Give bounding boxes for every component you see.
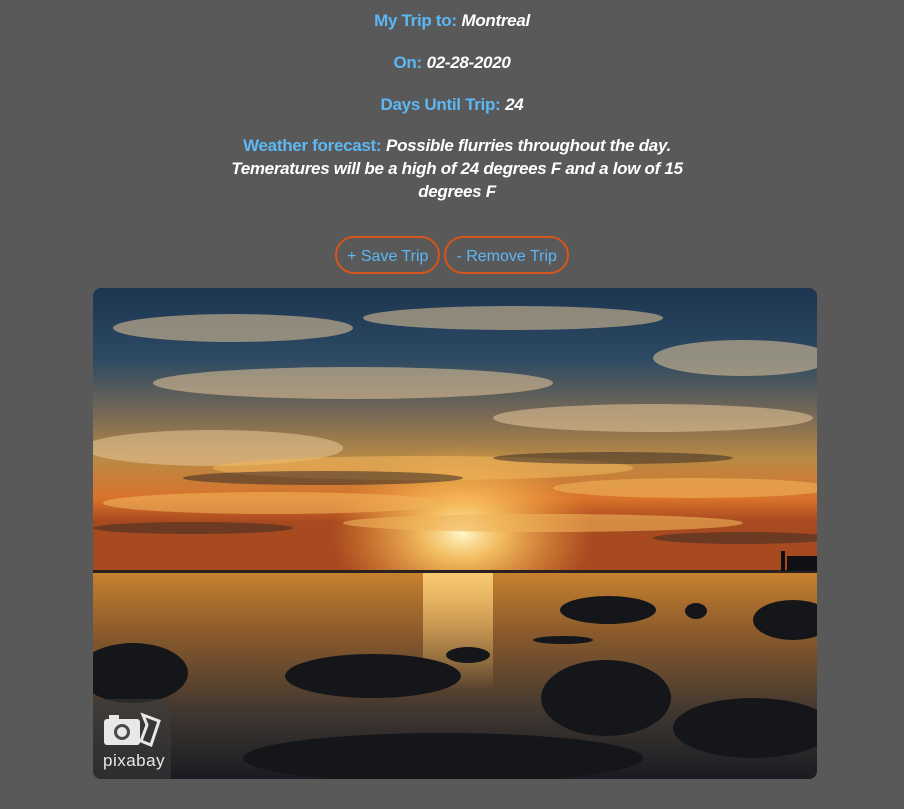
remove-trip-button[interactable]: - Remove Trip [444, 236, 569, 274]
destination-row: My Trip to: Montreal [0, 9, 904, 32]
trip-page: My Trip to: Montreal On: 02-28-2020 Days… [0, 0, 904, 809]
weather-row: Weather forecast: Possible flurries thro… [222, 134, 692, 203]
trip-actions: + Save Trip - Remove Trip [0, 236, 904, 274]
camera-icon [104, 712, 161, 747]
date-label: On: [393, 53, 422, 72]
weather-label: Weather forecast: [243, 136, 382, 155]
destination-label: My Trip to: [374, 11, 457, 30]
date-row: On: 02-28-2020 [0, 51, 904, 74]
days-label: Days Until Trip: [380, 95, 501, 114]
pixabay-badge: pixabay [93, 699, 171, 779]
date-value: 02-28-2020 [426, 53, 511, 72]
save-trip-button[interactable]: + Save Trip [335, 236, 441, 274]
pixabay-credit: pixabay [103, 751, 166, 770]
days-row: Days Until Trip: 24 [0, 93, 904, 116]
destination-photo: pixabay [93, 288, 817, 779]
sunset-image [93, 288, 817, 779]
days-value: 24 [505, 95, 524, 114]
destination-value: Montreal [461, 11, 530, 30]
